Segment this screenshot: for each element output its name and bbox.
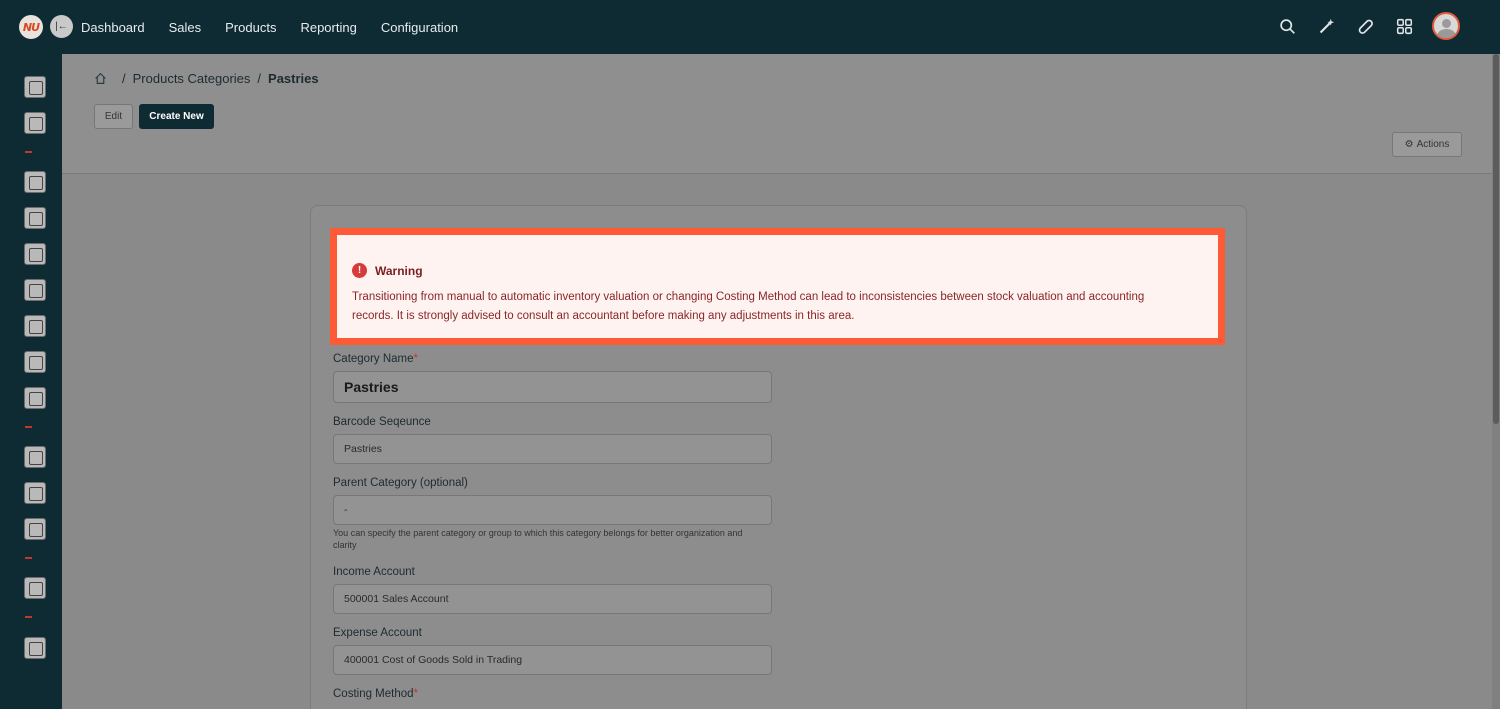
sidebar-settings-icon[interactable] [24,577,46,599]
gear-icon: ⚙ [1404,139,1414,150]
sidebar-inventory-icon[interactable] [24,243,46,265]
nav-sales[interactable]: Sales [169,20,202,35]
breadcrumb-separator: / [122,71,126,86]
sidebar-divider [25,557,32,559]
required-marker: * [413,353,419,365]
sidebar-box-icon[interactable] [24,315,46,337]
expense-account-label: Expense Account [333,627,422,639]
sidebar-sitemap-icon[interactable] [24,112,46,134]
home-icon[interactable] [94,72,107,85]
scrollbar-thumb[interactable] [1493,54,1499,424]
breadcrumb-products-categories[interactable]: Products Categories [133,71,251,86]
sidebar-chart-icon[interactable] [24,207,46,229]
top-icons [1257,12,1460,40]
sidebar-sales-icon[interactable] [24,171,46,193]
sidebar-divider [25,426,32,428]
sidebar-divider [25,151,32,153]
alert-icon: ! [352,263,367,278]
sidebar-folder-icon[interactable] [24,482,46,504]
sidebar [0,54,62,709]
parent-category-label: Parent Category (optional) [333,477,468,489]
sidebar-money-icon[interactable] [24,518,46,540]
magic-wand-icon[interactable] [1317,17,1335,35]
top-navbar: NU |← Dashboard Sales Products Reporting… [0,0,1500,54]
parent-category-input[interactable]: - [333,495,772,525]
sidebar-logout-icon[interactable] [24,637,46,659]
barcode-sequence-input[interactable]: Pastries [333,434,772,464]
warning-alert: ! Warning Transitioning from manual to a… [337,235,1218,338]
breadcrumb-separator: / [257,71,262,86]
category-name-label: Category Name* [333,353,418,365]
category-name-input[interactable]: Pastries [333,371,772,403]
nav-reporting[interactable]: Reporting [300,20,356,35]
edit-button[interactable]: Edit [94,104,133,129]
user-avatar[interactable] [1432,12,1460,40]
page-header: / Products Categories / Pastries Edit Cr… [62,54,1492,174]
logo-text: NU [22,20,40,34]
income-account-label: Income Account [333,566,415,578]
page-scrollbar[interactable] [1492,54,1500,709]
warning-highlight: ! Warning Transitioning from manual to a… [330,228,1225,345]
parent-category-help: You can specify the parent category or g… [333,528,743,550]
actions-button[interactable]: ⚙ Actions [1392,132,1462,157]
category-name-label-text: Category Name [333,353,414,365]
search-icon[interactable] [1278,17,1296,35]
collapse-sidebar-button[interactable]: |← [50,15,73,38]
nav-products[interactable]: Products [225,20,276,35]
sidebar-support-icon[interactable] [24,446,46,468]
create-new-button[interactable]: Create New [139,104,214,129]
income-account-input[interactable]: 500001 Sales Account [333,584,772,614]
apps-grid-icon[interactable] [1395,17,1413,35]
sidebar-tag-icon[interactable] [24,351,46,373]
sidebar-clipboard-icon[interactable] [24,76,46,98]
app-logo[interactable]: NU [19,15,43,39]
barcode-sequence-label: Barcode Seqeunce [333,416,431,428]
expense-account-input[interactable]: 400001 Cost of Goods Sold in Trading [333,645,772,675]
main-nav: Dashboard Sales Products Reporting Confi… [81,0,482,54]
nav-dashboard[interactable]: Dashboard [81,20,145,35]
bandage-icon[interactable] [1356,17,1374,35]
avatar-body [1437,29,1456,38]
warning-message: Transitioning from manual to automatic i… [352,291,1145,322]
warning-title-row: ! Warning [352,263,423,278]
sidebar-documents-icon[interactable] [24,279,46,301]
costing-method-label: Costing Method* [333,688,418,700]
actions-label: Actions [1416,139,1450,150]
warning-title: Warning [375,263,423,278]
sidebar-divider [25,616,32,618]
breadcrumb-current: Pastries [268,71,319,86]
sidebar-search-icon[interactable] [24,387,46,409]
breadcrumb: / Products Categories / Pastries [94,71,319,86]
required-marker: * [413,688,419,700]
nav-configuration[interactable]: Configuration [381,20,458,35]
costing-method-label-text: Costing Method [333,688,414,700]
collapse-icon: |← [55,21,68,32]
avatar-head [1442,19,1451,28]
